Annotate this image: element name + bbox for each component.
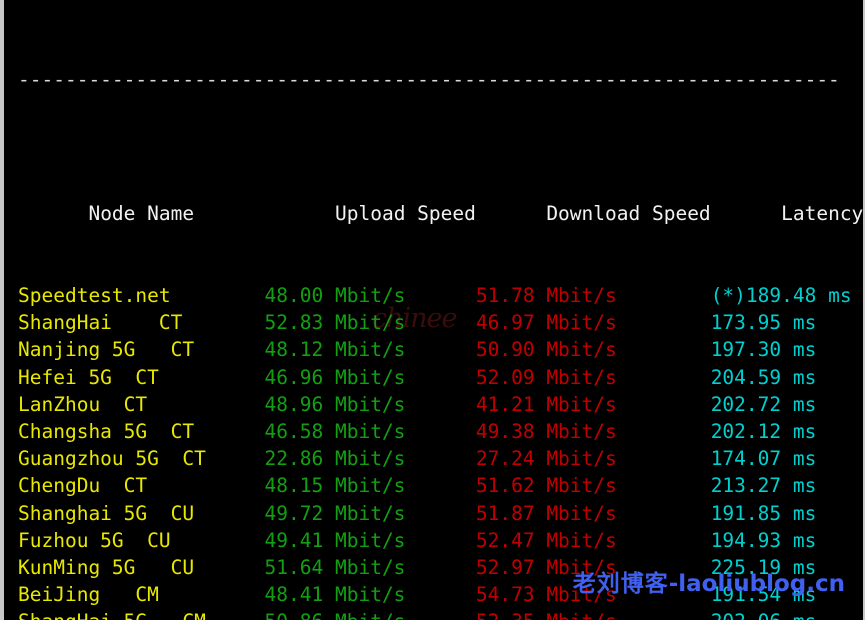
results-table: Speedtest.net 48.00 Mbit/s 51.78 Mbit/s … [18, 282, 863, 620]
cell-download-speed: 46.97 Mbit/s [475, 311, 711, 335]
table-row: Nanjing 5G CT 48.12 Mbit/s 50.90 Mbit/s … [18, 336, 863, 363]
cell-node-name: Nanjing 5G CT [18, 338, 265, 362]
cell-download-speed: 54.73 Mbit/s [475, 583, 711, 607]
cell-download-speed: 27.24 Mbit/s [475, 447, 711, 471]
table-row: Fuzhou 5G CU 49.41 Mbit/s 52.47 Mbit/s 1… [18, 527, 863, 554]
cell-latency: 194.93 ms [710, 528, 817, 552]
table-row: ChengDu CT 48.15 Mbit/s 51.62 Mbit/s 213… [18, 472, 863, 499]
cell-download-speed: 52.35 Mbit/s [476, 610, 711, 620]
cell-latency: 225.19 ms [710, 555, 817, 579]
cell-upload-speed: 50.86 Mbit/s [265, 610, 476, 620]
cell-latency: 191.54 ms [710, 583, 817, 607]
cell-download-speed: 52.97 Mbit/s [475, 555, 711, 579]
table-row: LanZhou CT 48.96 Mbit/s 41.21 Mbit/s 202… [18, 391, 863, 418]
cell-download-speed: 52.09 Mbit/s [475, 365, 711, 389]
cell-node-name: LanZhou CT [18, 392, 265, 416]
terminal-window: chinee ---------------------------------… [0, 0, 865, 620]
cell-node-name: Hefei 5G CT [18, 365, 265, 389]
cell-upload-speed: 49.41 Mbit/s [264, 528, 476, 552]
cell-download-speed: 49.38 Mbit/s [475, 419, 711, 443]
table-row: ShangHai CT 52.83 Mbit/s 46.97 Mbit/s 17… [18, 309, 863, 336]
table-row: Changsha 5G CT 46.58 Mbit/s 49.38 Mbit/s… [18, 418, 863, 445]
cell-upload-speed: 51.64 Mbit/s [264, 555, 476, 579]
cell-latency: 173.95 ms [710, 311, 817, 335]
cell-download-speed: 51.62 Mbit/s [475, 474, 711, 498]
cell-download-speed: 41.21 Mbit/s [475, 392, 711, 416]
cell-upload-speed: 48.41 Mbit/s [264, 583, 476, 607]
cell-node-name: Changsha 5G CT [18, 419, 265, 443]
cell-upload-speed: 48.00 Mbit/s [264, 284, 476, 308]
cell-node-name: Speedtest.net [18, 284, 265, 308]
cell-node-name: ShangHai 5G CM [18, 610, 265, 620]
table-header-row: Node Name Upload Speed Download Speed La… [18, 173, 863, 225]
cell-upload-speed: 48.96 Mbit/s [264, 392, 476, 416]
cell-node-name: KunMing 5G CU [18, 555, 265, 579]
cell-upload-speed: 46.96 Mbit/s [264, 365, 476, 389]
cell-node-name: Guangzhou 5G CT [18, 447, 265, 471]
cell-upload-speed: 52.83 Mbit/s [264, 311, 476, 335]
table-row: Guangzhou 5G CT 22.86 Mbit/s 27.24 Mbit/… [18, 445, 863, 472]
cell-latency: 204.59 ms [710, 365, 817, 389]
cell-upload-speed: 49.72 Mbit/s [264, 501, 476, 525]
cell-download-speed: 51.78 Mbit/s [475, 284, 711, 308]
separator-rule-top: ----------------------------------------… [18, 69, 840, 90]
cell-node-name: Shanghai 5G CU [18, 501, 265, 525]
table-row: ShangHai 5G CM 50.86 Mbit/s 52.35 Mbit/s… [18, 608, 863, 620]
cell-download-speed: 51.87 Mbit/s [475, 501, 711, 525]
cell-download-speed: 50.90 Mbit/s [475, 338, 711, 362]
table-row: KunMing 5G CU 51.64 Mbit/s 52.97 Mbit/s … [18, 554, 863, 581]
cell-latency: 197.30 ms [710, 338, 817, 362]
cell-download-speed: 52.47 Mbit/s [475, 528, 711, 552]
cell-upload-speed: 22.86 Mbit/s [264, 447, 476, 471]
cell-latency: 202.72 ms [710, 392, 817, 416]
table-row: Hefei 5G CT 46.96 Mbit/s 52.09 Mbit/s 20… [18, 364, 863, 391]
cell-latency: 202.12 ms [710, 419, 817, 443]
cell-node-name: Fuzhou 5G CU [18, 528, 265, 552]
cell-upload-speed: 48.15 Mbit/s [264, 474, 476, 498]
table-header-line: Node Name Upload Speed Download Speed La… [88, 202, 864, 226]
cell-latency: 174.07 ms [710, 447, 817, 471]
cell-latency: (*)189.48 ms [710, 284, 852, 308]
table-row: BeiJing CM 48.41 Mbit/s 54.73 Mbit/s 191… [18, 581, 863, 608]
cell-node-name: ChengDu CT [18, 474, 265, 498]
cell-upload-speed: 46.58 Mbit/s [264, 419, 476, 443]
cell-latency: 213.27 ms [710, 474, 817, 498]
cell-node-name: ShangHai CT [18, 311, 265, 335]
table-row: Shanghai 5G CU 49.72 Mbit/s 51.87 Mbit/s… [18, 500, 863, 527]
terminal-screen: ----------------------------------------… [4, 0, 863, 620]
cell-node-name: BeiJing CM [18, 583, 265, 607]
cell-upload-speed: 48.12 Mbit/s [264, 338, 476, 362]
table-row: Speedtest.net 48.00 Mbit/s 51.78 Mbit/s … [18, 282, 863, 309]
cell-latency: 202.06 ms [711, 610, 817, 620]
cell-latency: 191.85 ms [710, 501, 817, 525]
